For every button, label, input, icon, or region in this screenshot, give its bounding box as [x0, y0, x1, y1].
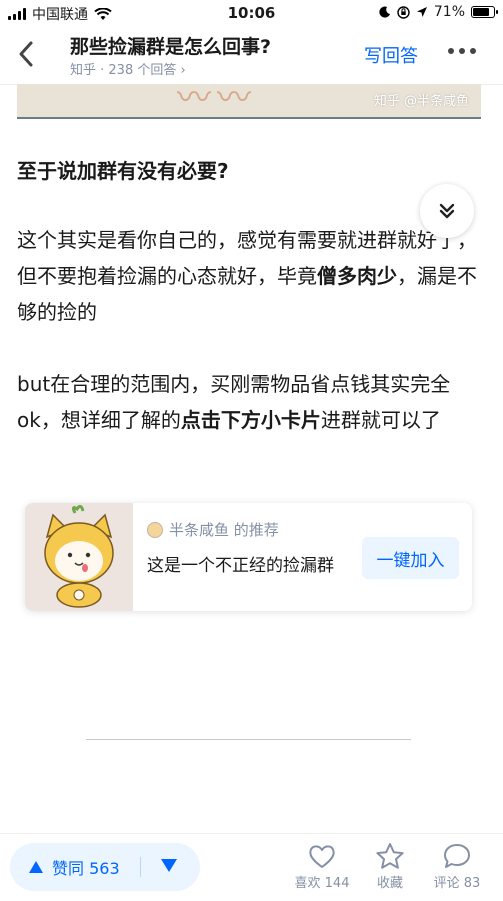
comment-button[interactable]: 评论 83: [422, 842, 492, 891]
heart-icon: [309, 845, 335, 868]
content-divider: [86, 739, 411, 740]
upvote-label: 赞同 563: [52, 859, 120, 878]
image-watermark: 知乎 @半条咸鱼: [373, 94, 469, 109]
cartoon-dog-image: [44, 504, 114, 608]
collect-button[interactable]: 收藏: [355, 842, 425, 891]
location-icon: [416, 7, 427, 17]
bottom-action-bar: 赞同 563 喜欢 144 收藏 评论 83: [0, 833, 503, 901]
like-button[interactable]: 喜欢 144: [287, 842, 357, 891]
paragraph-2: but在合理的范围内，买刚需物品省点钱其实完全ok，想详细了解的点击下方小卡片进…: [17, 372, 451, 432]
next-answer-button[interactable]: [420, 184, 474, 238]
collect-label: 收藏: [376, 876, 403, 891]
battery-icon: [471, 6, 498, 18]
back-arrow-icon[interactable]: [12, 36, 42, 72]
moon-icon: [379, 6, 390, 18]
section-heading: 至于说加群有没有必要?: [17, 159, 229, 183]
question-title[interactable]: 那些捡漏群是怎么回事?: [70, 32, 271, 59]
recommendation-card[interactable]: 半条咸鱼 的推荐 这是一个不正经的捡漏群 一键加入: [25, 503, 472, 611]
downvote-button[interactable]: [160, 857, 178, 877]
emphasis-text: 点击下方小卡片: [180, 408, 321, 432]
answer-image[interactable]: 〰〰 知乎 @半条咸鱼: [17, 84, 481, 119]
like-label: 喜欢 144: [294, 876, 350, 891]
triangle-down-icon: [161, 859, 177, 872]
triangle-up-icon: [29, 861, 43, 873]
more-options-icon[interactable]: [448, 48, 476, 54]
card-recommender: 半条咸鱼 的推荐: [147, 519, 279, 540]
question-header: 那些捡漏群是怎么回事? 知乎 · 238 个回答 › 写回答: [0, 26, 503, 85]
upvote-button[interactable]: 赞同 563: [28, 855, 120, 879]
card-thumbnail: [25, 503, 133, 611]
vote-separator: [140, 857, 141, 877]
image-decoration: 〰〰: [177, 84, 257, 118]
comment-bubble-icon: [444, 844, 470, 868]
answer-count-link[interactable]: 知乎 · 238 个回答 ›: [70, 59, 186, 78]
status-bar: 中国联通 10:06 71%: [0, 0, 503, 26]
comment-label: 评论 83: [433, 876, 481, 891]
star-icon: [376, 843, 404, 869]
paragraph-1: 这个其实是看你自己的，感觉有需要就进群就好了，但不要抱着捡漏的心态就好，毕竟僧多…: [17, 228, 477, 324]
emphasis-text: 僧多肉少: [317, 264, 397, 288]
double-chevron-down-icon: [439, 203, 455, 219]
vote-control: 赞同 563: [10, 843, 200, 891]
recommender-avatar: [147, 521, 163, 538]
card-title: 这是一个不正经的捡漏群: [147, 556, 334, 576]
join-group-button[interactable]: 一键加入: [362, 537, 459, 579]
battery-percent: 71%: [433, 4, 465, 20]
write-answer-button[interactable]: 写回答: [364, 42, 418, 68]
orientation-lock-icon: [397, 5, 410, 19]
